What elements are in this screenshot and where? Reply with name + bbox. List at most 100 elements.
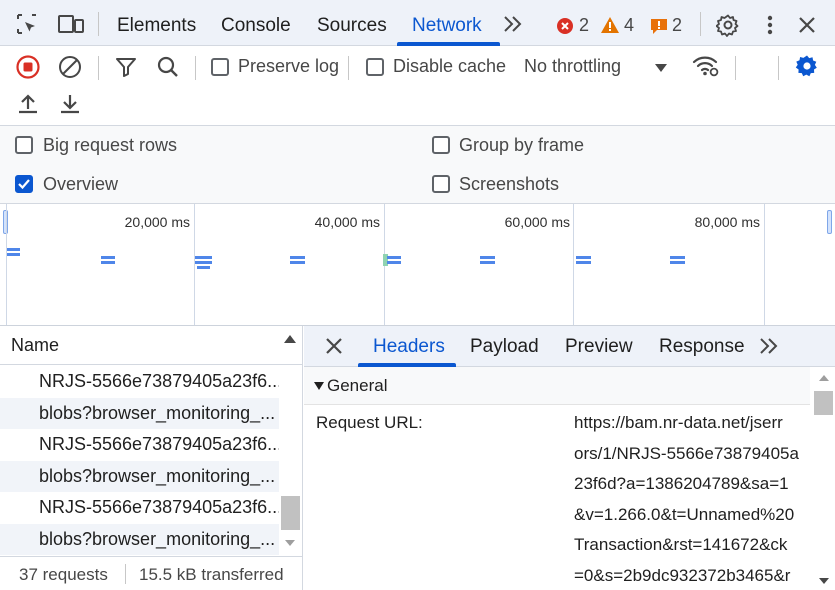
overview-request-bar [7,253,20,256]
stop-recording-icon[interactable] [16,55,40,79]
screenshots-label[interactable]: Screenshots [459,174,559,195]
disable-cache-checkbox[interactable] [366,58,384,76]
request-details: Headers Payload Preview Response General… [304,326,835,590]
separator [98,56,99,80]
overview-request-bar [387,261,401,264]
overview-request-bar [101,261,115,264]
clear-icon[interactable] [58,55,82,79]
request-url-line: 23f6d?a=1386204789&sa=1 [574,474,789,493]
request-url-line: =0&s=2b9dc932372b3465&r [574,565,791,585]
more-tabs-icon[interactable] [758,337,778,355]
tab-headers[interactable]: Headers [373,326,445,366]
request-row[interactable]: NRJS-5566e73879405a23f6... [0,429,280,461]
filter-icon[interactable] [114,55,138,79]
scroll-up-arrow-icon[interactable] [818,374,830,382]
overview-gridline [194,204,195,325]
close-devtools-icon[interactable] [796,14,818,36]
overview-request-bar [7,248,20,251]
overview-right-handle[interactable] [827,210,832,234]
inspect-element-icon[interactable] [15,12,39,36]
scroll-down-arrow-icon[interactable] [284,539,296,547]
request-row[interactable]: blobs?browser_monitoring_... [0,460,280,492]
devtools-tab-bar: Elements Console Sources Network 2 4 2 [0,0,835,46]
warning-icon[interactable] [600,16,620,34]
network-toolbar: Preserve log Disable cache No throttling [0,46,835,126]
request-url-value[interactable]: https://bam.nr-data.net/jserr ors/1/NRJS… [574,408,814,590]
network-conditions-icon[interactable] [692,53,720,79]
overview-tick-label: 60,000 ms [504,214,570,230]
export-har-icon[interactable] [59,93,81,115]
big-request-rows-label[interactable]: Big request rows [43,135,177,156]
network-settings-gear-icon[interactable] [795,54,819,78]
chevron-down-icon[interactable] [654,63,668,73]
details-scrollbar[interactable] [812,369,835,590]
issues-count[interactable]: 2 [672,15,682,36]
tab-network[interactable]: Network [412,0,482,46]
request-row[interactable]: blobs?browser_monitoring_... [0,397,280,429]
overview-gridline [764,204,765,325]
overview-request-bar [197,266,210,269]
request-row[interactable]: NRJS-5566e73879405a23f6... [0,366,280,398]
big-request-rows-checkbox[interactable] [15,136,33,154]
overview-request-bar [387,256,401,259]
screenshots-checkbox[interactable] [432,175,450,193]
overview-checkbox[interactable] [15,175,33,193]
request-list-scrollbar[interactable] [279,366,302,555]
tab-preview[interactable]: Preview [565,326,633,366]
request-row[interactable]: blobs?browser_monitoring_... [0,523,280,555]
gear-icon[interactable] [716,13,740,37]
more-options-icon[interactable] [760,13,780,37]
overview-request-bar [195,256,212,259]
overview-request-bar [576,261,591,264]
close-details-icon[interactable] [324,336,344,356]
request-row[interactable]: NRJS-5566e73879405a23f6... [0,492,280,524]
more-tabs-icon[interactable] [502,14,524,34]
scroll-up-arrow-icon[interactable] [283,334,297,344]
overview-gridline [573,204,574,325]
tab-sources[interactable]: Sources [317,0,387,46]
request-list-header[interactable]: Name [0,326,302,365]
scroll-down-arrow-icon[interactable] [818,577,830,585]
error-count[interactable]: 2 [579,15,589,36]
overview-request-bar [670,256,685,259]
request-url-line: Transaction&rst=141672&ck [574,535,788,554]
network-overview[interactable]: 20,000 ms 40,000 ms 60,000 ms 80,000 ms [0,204,835,326]
group-by-frame-label[interactable]: Group by frame [459,135,584,156]
overview-request-bar [195,261,212,264]
separator [348,56,349,80]
overview-request-bar [290,261,305,264]
transferred-size: 15.5 kB transferred [139,565,284,584]
overview-gridline [6,204,7,325]
disable-cache-label[interactable]: Disable cache [393,56,506,77]
scrollbar-thumb[interactable] [814,391,833,415]
general-section-header[interactable]: General [304,367,810,405]
issues-icon[interactable] [650,17,668,35]
separator [735,56,736,80]
overview-request-bar [480,256,495,259]
triangle-down-icon[interactable] [313,381,325,391]
preserve-log-checkbox[interactable] [211,58,229,76]
name-column-header[interactable]: Name [11,335,59,356]
group-by-frame-checkbox[interactable] [432,136,450,154]
throttling-select[interactable]: No throttling [524,56,621,77]
device-toolbar-icon[interactable] [57,12,85,36]
general-section-title: General [327,376,388,395]
search-icon[interactable] [156,55,180,79]
tab-payload[interactable]: Payload [470,326,539,366]
tab-response[interactable]: Response [659,326,745,366]
preserve-log-label[interactable]: Preserve log [238,56,339,77]
error-icon[interactable] [556,17,574,35]
separator [778,56,779,80]
details-tab-bar: Headers Payload Preview Response [304,326,835,367]
overview-label[interactable]: Overview [43,174,118,195]
overview-request-bar [480,261,495,264]
tab-console[interactable]: Console [221,0,291,46]
warning-count[interactable]: 4 [624,15,634,36]
network-settings-pane: Big request rows Group by frame Overview… [0,126,835,204]
import-har-icon[interactable] [17,93,39,115]
scrollbar-thumb[interactable] [281,496,300,530]
overview-request-bar [101,256,115,259]
tab-elements[interactable]: Elements [117,0,196,46]
request-url-label: Request URL: [316,413,423,432]
separator [195,56,196,80]
